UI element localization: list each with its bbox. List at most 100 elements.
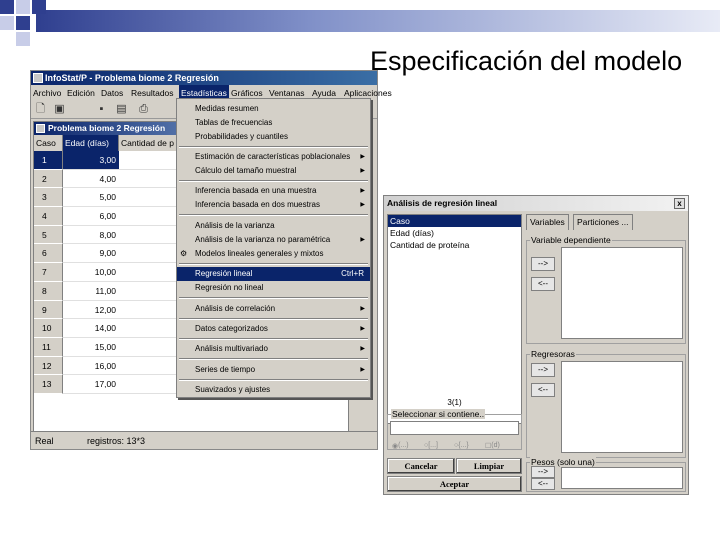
- cell-edad[interactable]: 12,00: [63, 301, 119, 320]
- cell-cantidad[interactable]: [119, 151, 179, 170]
- menu-archivo[interactable]: Archivo: [33, 85, 61, 101]
- cell-caso[interactable]: 9: [34, 300, 63, 320]
- remove-regressor-button[interactable]: <--: [531, 383, 555, 397]
- cell-cantidad[interactable]: [119, 207, 179, 226]
- menu-item-anova[interactable]: Análisis de la varianza: [177, 219, 370, 233]
- menu-item-medidas-resumen[interactable]: Medidas resumen: [177, 102, 370, 116]
- variable-item[interactable]: Edad (días): [388, 227, 521, 239]
- menu-edicion[interactable]: Edición: [67, 85, 95, 101]
- window-title: InfoStat/P - Problema biome 2 Regresión: [45, 73, 219, 83]
- menu-item-regresion-lineal[interactable]: Regresión lineal Ctrl+R: [177, 267, 370, 281]
- column-header-edad[interactable]: Edad (días): [63, 135, 119, 151]
- remove-dependent-button[interactable]: <--: [531, 277, 555, 291]
- cell-caso[interactable]: 6: [34, 244, 63, 264]
- menu-item-datos-categorizados[interactable]: Datos categorizados ▶: [177, 322, 370, 336]
- menu-resultados[interactable]: Resultados: [131, 85, 174, 101]
- cell-cantidad[interactable]: [119, 226, 179, 245]
- cell-edad[interactable]: 3,00: [63, 151, 119, 170]
- cell-caso[interactable]: 1: [34, 151, 63, 170]
- submenu-arrow-icon: ▶: [360, 306, 365, 312]
- bracket-options: ◉ (...) ○ [...] ○ {...} ☐ (d): [390, 442, 520, 452]
- menu-item-inferencia-dos[interactable]: Inferencia basada en dos muestras ▶: [177, 198, 370, 212]
- dependent-list[interactable]: [561, 247, 683, 339]
- cell-caso[interactable]: 3: [34, 188, 63, 208]
- cell-edad[interactable]: 4,00: [63, 170, 119, 189]
- menu-item-modelos-lineales[interactable]: ⚙ Modelos lineales generales y mixtos: [177, 247, 370, 261]
- column-header-caso[interactable]: Caso: [34, 135, 63, 151]
- cell-edad[interactable]: 16,00: [63, 357, 119, 376]
- menu-item-estimacion[interactable]: Estimación de características poblaciona…: [177, 150, 370, 164]
- cell-cantidad[interactable]: [119, 188, 179, 208]
- tab-variables[interactable]: Variables: [526, 214, 569, 230]
- cell-edad[interactable]: 6,00: [63, 207, 119, 226]
- add-regressor-button[interactable]: -->: [531, 363, 555, 377]
- deco-square: [16, 32, 30, 46]
- menu-item-probabilidades[interactable]: Probabilidades y cuantiles: [177, 130, 370, 144]
- menu-item-multivariado[interactable]: Análisis multivariado ▶: [177, 342, 370, 356]
- add-weight-button[interactable]: -->: [531, 466, 555, 478]
- menu-separator: [179, 180, 368, 182]
- radio-braces[interactable]: ○ {...}: [454, 442, 469, 449]
- tab-particiones[interactable]: Particiones ...: [573, 214, 633, 230]
- weights-list[interactable]: [561, 467, 683, 489]
- menu-item-anova-no-parametrica[interactable]: Análisis de la varianza no paramétrica ▶: [177, 233, 370, 247]
- cell-caso[interactable]: 10: [34, 319, 63, 338]
- variable-item[interactable]: Caso: [388, 215, 521, 227]
- clear-button[interactable]: Limpiar: [456, 458, 522, 474]
- column-header-cantidad[interactable]: Cantidad de p: [119, 135, 179, 151]
- filter-input[interactable]: [390, 421, 519, 435]
- radio-parentheses[interactable]: ◉ (...): [392, 442, 409, 450]
- radio-brackets[interactable]: ○ [...]: [424, 442, 438, 449]
- cell-caso[interactable]: 13: [34, 375, 63, 394]
- checkbox-d[interactable]: ☐ (d): [485, 442, 500, 450]
- menu-item-inferencia-una[interactable]: Inferencia basada en una muestra ▶: [177, 184, 370, 198]
- cancel-button[interactable]: Cancelar: [387, 458, 455, 474]
- save-icon[interactable]: ▪: [95, 103, 108, 116]
- cell-edad[interactable]: 15,00: [63, 338, 119, 357]
- cell-caso[interactable]: 5: [34, 225, 63, 245]
- cell-cantidad[interactable]: [119, 244, 179, 264]
- cell-caso[interactable]: 11: [34, 337, 63, 357]
- menu-item-label: Modelos lineales generales y mixtos: [195, 249, 324, 258]
- menu-item-suavizados[interactable]: Suavizados y ajustes: [177, 383, 370, 397]
- deco-square: [16, 0, 30, 14]
- print-icon[interactable]: ⎙: [137, 103, 150, 116]
- cell-caso[interactable]: 2: [34, 169, 63, 189]
- cell-cantidad[interactable]: [119, 170, 179, 189]
- menu-item-label: Cálculo del tamaño muestral: [195, 166, 297, 175]
- cell-cantidad[interactable]: [119, 301, 179, 320]
- cell-edad[interactable]: 5,00: [63, 188, 119, 208]
- cell-edad[interactable]: 17,00: [63, 375, 119, 394]
- remove-weight-button[interactable]: <--: [531, 478, 555, 490]
- menu-item-series-tiempo[interactable]: Series de tiempo ▶: [177, 363, 370, 377]
- menu-item-tablas-frecuencias[interactable]: Tablas de frecuencias: [177, 116, 370, 130]
- cell-cantidad[interactable]: [119, 338, 179, 357]
- menu-datos[interactable]: Datos: [101, 85, 123, 101]
- cell-caso[interactable]: 4: [34, 207, 63, 226]
- cell-cantidad[interactable]: [119, 282, 179, 301]
- menu-item-correlacion[interactable]: Análisis de correlación ▶: [177, 302, 370, 316]
- accept-button[interactable]: Aceptar: [387, 476, 522, 492]
- cell-caso[interactable]: 12: [34, 356, 63, 376]
- cell-edad[interactable]: 10,00: [63, 263, 119, 282]
- variable-item[interactable]: Cantidad de proteína: [388, 239, 521, 251]
- cell-edad[interactable]: 11,00: [63, 282, 119, 301]
- open-file-icon[interactable]: ▣: [53, 103, 66, 116]
- cell-edad[interactable]: 9,00: [63, 244, 119, 264]
- cell-cantidad[interactable]: [119, 357, 179, 376]
- export-icon[interactable]: ▤: [115, 103, 128, 116]
- regressors-list[interactable]: [561, 361, 683, 453]
- cell-caso[interactable]: 8: [34, 281, 63, 301]
- cell-edad[interactable]: 8,00: [63, 226, 119, 245]
- add-dependent-button[interactable]: -->: [531, 257, 555, 271]
- menu-item-regresion-no-lineal[interactable]: Regresión no lineal: [177, 281, 370, 295]
- cell-cantidad[interactable]: [119, 375, 179, 394]
- menu-item-tamano-muestral[interactable]: Cálculo del tamaño muestral ▶: [177, 164, 370, 178]
- close-icon[interactable]: x: [674, 198, 685, 209]
- cell-caso[interactable]: 7: [34, 263, 63, 282]
- cell-cantidad[interactable]: [119, 263, 179, 282]
- cell-cantidad[interactable]: [119, 319, 179, 338]
- new-file-icon[interactable]: 🗋: [34, 103, 47, 116]
- menu-separator: [179, 338, 368, 340]
- cell-edad[interactable]: 14,00: [63, 319, 119, 338]
